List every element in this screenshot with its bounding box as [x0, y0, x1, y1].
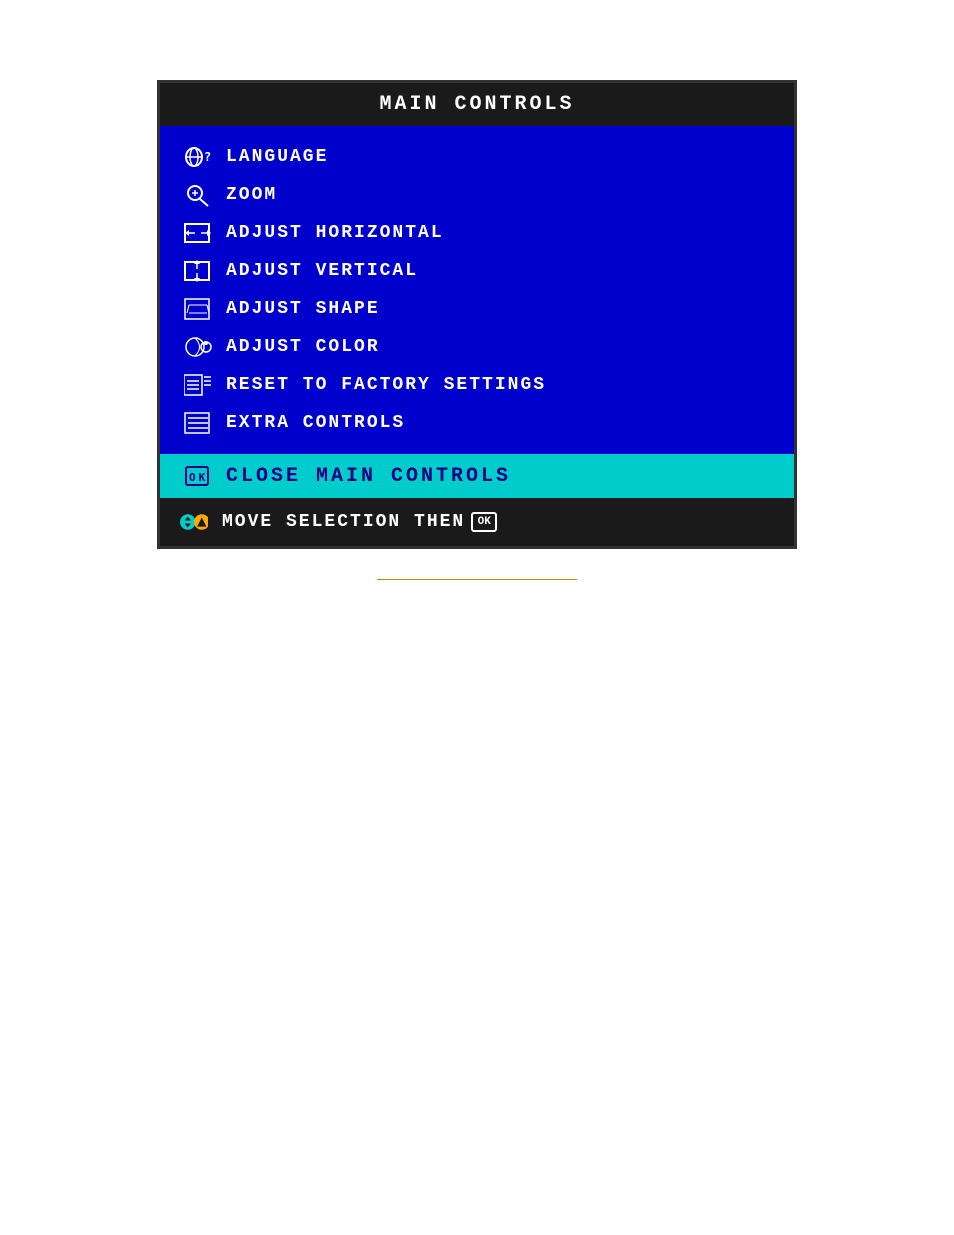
zoom-label: ZOOM	[226, 185, 277, 205]
menu-item-zoom[interactable]: ZOOM	[176, 176, 778, 214]
close-ok-icon: OK	[180, 462, 216, 490]
menu-item-extra-controls[interactable]: EXTRA CONTROLS	[176, 404, 778, 442]
close-bar[interactable]: OK CLOSE MAIN CONTROLS	[160, 454, 794, 498]
monitor-menu: MAIN CONTROLS ? LANGUAGE	[157, 80, 797, 580]
adjust-shape-label: ADJUST SHAPE	[226, 299, 380, 319]
color-icon	[180, 333, 216, 361]
shape-icon	[180, 295, 216, 323]
adjust-color-label: ADJUST COLOR	[226, 337, 380, 357]
menu-item-reset-factory[interactable]: RESET TO FACTORY SETTINGS	[176, 366, 778, 404]
zoom-icon	[180, 181, 216, 209]
reset-factory-label: RESET TO FACTORY SETTINGS	[226, 375, 546, 395]
adjust-vertical-label: ADJUST VERTICAL	[226, 261, 418, 281]
nav-icon	[176, 508, 212, 536]
close-label: CLOSE MAIN CONTROLS	[226, 465, 511, 488]
adjust-horizontal-label: ADJUST HORIZONTAL	[226, 223, 444, 243]
title-bar: MAIN CONTROLS	[160, 83, 794, 126]
extra-icon	[180, 409, 216, 437]
footer-label: MOVE SELECTION THEN	[222, 512, 465, 532]
svg-text:?: ?	[204, 150, 212, 164]
svg-text:OK: OK	[189, 471, 208, 484]
footer-bar: MOVE SELECTION THEN OK	[160, 498, 794, 546]
menu-item-language[interactable]: ? LANGUAGE	[176, 138, 778, 176]
footer-ok-badge: OK	[471, 512, 497, 532]
language-icon: ?	[180, 143, 216, 171]
reset-icon	[180, 371, 216, 399]
menu-body: ? LANGUAGE ZOOM	[160, 126, 794, 454]
menu-item-adjust-horizontal[interactable]: ADJUST HORIZONTAL	[176, 214, 778, 252]
vertical-icon	[180, 257, 216, 285]
menu-item-adjust-color[interactable]: ADJUST COLOR	[176, 328, 778, 366]
menu-title: MAIN CONTROLS	[379, 93, 574, 116]
language-label: LANGUAGE	[226, 147, 328, 167]
menu-item-adjust-shape[interactable]: ADJUST SHAPE	[176, 290, 778, 328]
menu-item-adjust-vertical[interactable]: ADJUST VERTICAL	[176, 252, 778, 290]
horizontal-icon	[180, 219, 216, 247]
separator-line	[377, 579, 577, 580]
extra-controls-label: EXTRA CONTROLS	[226, 413, 405, 433]
